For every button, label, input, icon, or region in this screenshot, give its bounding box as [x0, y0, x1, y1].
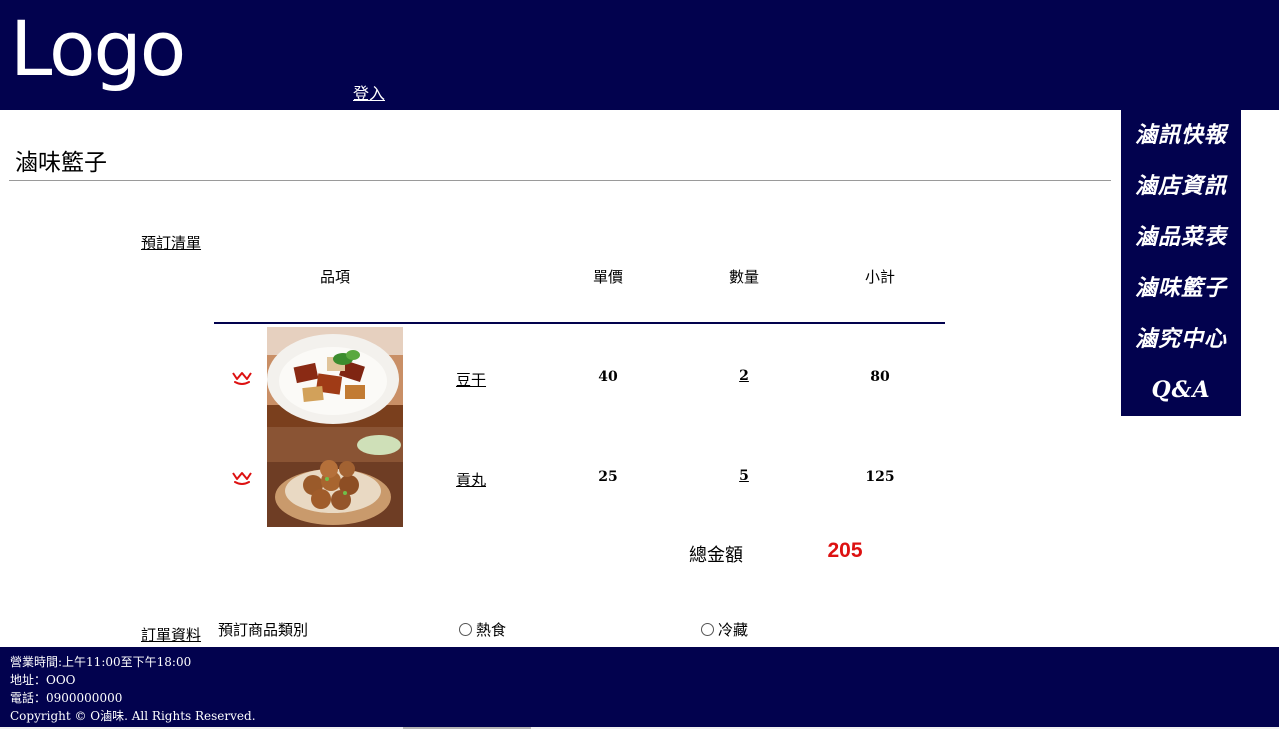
item-name-link[interactable]: 豆干 — [456, 369, 486, 390]
radio-circle[interactable] — [459, 623, 472, 636]
meatball-dish-image — [267, 427, 403, 527]
radio-label: 熱食 — [476, 621, 507, 639]
nav-item-news[interactable]: 滷訊快報 — [1121, 110, 1241, 161]
nav-item-menu[interactable]: 滷品菜表 — [1121, 212, 1241, 263]
footer-address: 地址：OOO — [10, 673, 76, 687]
tofu-dish-image — [267, 327, 403, 427]
radio-refrigerated[interactable]: 冷藏 — [701, 619, 748, 640]
login-link[interactable]: 登入 — [353, 80, 385, 104]
nav-item-research[interactable]: 滷究中心 — [1121, 314, 1241, 365]
footer-phone: 電話：0900000000 — [10, 691, 123, 705]
radio-label: 冷藏 — [718, 621, 749, 639]
logo[interactable]: Logo — [10, 4, 186, 94]
column-header-qty: 數量 — [728, 268, 759, 286]
item-name-link[interactable]: 貢丸 — [456, 469, 486, 490]
page-title: 滷味籃子 — [15, 150, 107, 176]
footer: 營業時間:上午11:00至下午18:00 地址：OOO 電話：090000000… — [0, 647, 1279, 727]
remove-basket-icon[interactable] — [231, 469, 253, 487]
footer-hours: 營業時間:上午11:00至下午18:00 — [10, 655, 192, 669]
column-header-item: 品項 — [319, 268, 350, 286]
side-nav: 滷訊快報 滷店資訊 滷品菜表 滷味籃子 滷究中心 Q&A — [1121, 110, 1241, 416]
radio-hot-food[interactable]: 熱食 — [459, 619, 506, 640]
remove-basket-icon[interactable] — [231, 369, 253, 387]
category-label: 預訂商品類別 — [218, 621, 309, 639]
total-amount: 205 — [827, 539, 863, 562]
order-info-link[interactable]: 訂單資料 — [141, 624, 201, 645]
subtotal: 80 — [870, 369, 890, 385]
column-header-price: 單價 — [592, 268, 623, 286]
nav-item-basket[interactable]: 滷味籃子 — [1121, 263, 1241, 314]
unit-price: 25 — [598, 469, 618, 485]
subtotal: 125 — [865, 469, 895, 485]
quantity-link[interactable]: 5 — [714, 468, 774, 484]
order-list-link[interactable]: 預訂清單 — [141, 232, 201, 253]
column-header-subtotal: 小計 — [864, 268, 895, 286]
nav-item-store-info[interactable]: 滷店資訊 — [1121, 161, 1241, 212]
nav-item-qa[interactable]: Q&A — [1121, 365, 1241, 416]
header-bar: Logo 登入 — [0, 0, 1279, 110]
unit-price: 40 — [598, 369, 618, 385]
footer-copyright: Copyright © O滷味. All Rights Reserved. — [10, 709, 256, 723]
total-label: 總金額 — [689, 545, 743, 566]
title-divider — [9, 180, 1111, 181]
quantity-link[interactable]: 2 — [714, 368, 774, 384]
table-header-divider — [214, 322, 945, 324]
radio-circle[interactable] — [701, 623, 714, 636]
